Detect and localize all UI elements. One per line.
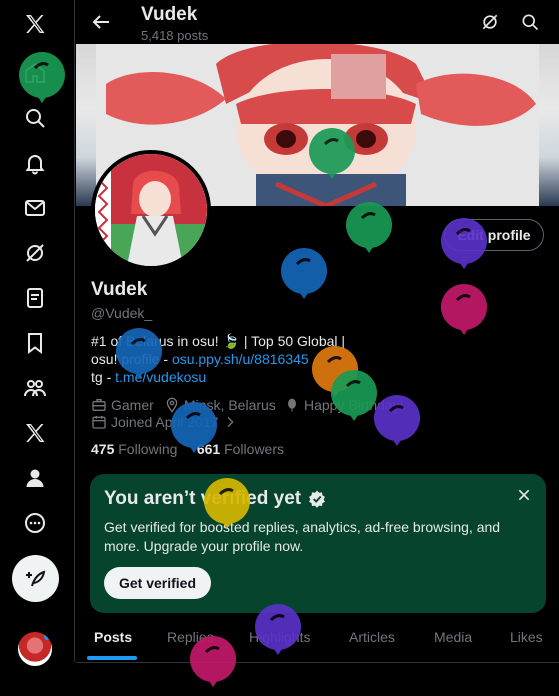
followers-stat[interactable]: 661 Followers	[197, 441, 284, 457]
header-post-count: 5,418 posts	[141, 28, 209, 43]
profile-category: Gamer	[91, 397, 154, 413]
briefcase-icon	[92, 399, 106, 411]
back-arrow-icon[interactable]	[89, 10, 113, 34]
tab-media[interactable]: Media	[434, 629, 472, 645]
verification-prompt-card: You aren’t verified yet Get verified for…	[90, 474, 546, 613]
category-text: Gamer	[111, 397, 154, 413]
get-verified-button[interactable]: Get verified	[104, 567, 211, 599]
bio-label: osu! profile -	[91, 351, 172, 367]
profile-avatar[interactable]	[91, 150, 211, 270]
verify-title: You aren’t verified yet	[104, 488, 327, 510]
feather-plus-icon	[25, 570, 45, 586]
profile-header-bar: Vudek 5,418 posts	[76, 0, 559, 44]
profile-tabs: Posts Replies Highlights Articles Media …	[76, 620, 559, 663]
sidebar-nav	[0, 0, 75, 666]
home-icon[interactable]	[15, 53, 55, 93]
more-icon[interactable]	[15, 503, 55, 543]
grok-icon[interactable]	[480, 12, 500, 32]
location-text: Minsk, Belarus	[184, 397, 276, 413]
search-icon[interactable]	[520, 12, 540, 32]
followers-count: 661	[196, 441, 221, 457]
messages-icon[interactable]	[15, 188, 55, 228]
account-avatar[interactable]	[18, 632, 52, 666]
unread-dot	[44, 633, 51, 640]
edit-profile-button[interactable]: Edit profile	[444, 219, 544, 251]
chevron-right-icon[interactable]	[222, 414, 238, 430]
notifications-icon[interactable]	[15, 143, 55, 183]
calendar-icon	[92, 416, 106, 429]
header-name: Vudek	[141, 4, 198, 25]
following-count: 475	[91, 441, 115, 457]
active-tab-indicator	[87, 656, 137, 660]
tab-articles[interactable]: Articles	[349, 629, 395, 645]
verify-title-text: You aren’t verified yet	[104, 488, 302, 509]
tab-likes[interactable]: Likes	[510, 629, 543, 645]
profile-icon[interactable]	[15, 458, 55, 498]
user-handle: @Vudek_	[91, 305, 153, 321]
avatar-image	[95, 154, 207, 266]
x-logo-icon[interactable]	[15, 4, 55, 44]
premium-icon[interactable]	[15, 413, 55, 453]
profile-joined: Joined April 2017	[91, 414, 238, 430]
lists-icon[interactable]	[15, 278, 55, 318]
search-icon[interactable]	[15, 98, 55, 138]
bio-label: tg -	[91, 369, 116, 385]
osu-profile-link[interactable]: osu.ppy.sh/u/8816345	[172, 351, 309, 367]
verified-badge-icon	[309, 490, 326, 508]
tab-highlights[interactable]: Highlights	[249, 629, 310, 645]
profile-column: Vudek 5,418 posts Edit profile Vudek @Vu…	[76, 0, 559, 663]
location-pin-icon	[166, 397, 178, 413]
close-icon[interactable]	[516, 487, 532, 503]
telegram-link[interactable]: t.me/vudekosu	[115, 369, 206, 385]
following-stat[interactable]: 475 Following	[91, 441, 177, 457]
bio-line: tg - t.me/vudekosu	[91, 368, 546, 386]
birthday-text: Happy Birthday!	[304, 397, 404, 413]
tab-replies[interactable]: Replies	[167, 629, 214, 645]
profile-birthday: Happy Birthday!	[284, 397, 404, 413]
balloon-icon	[288, 398, 296, 412]
tab-posts[interactable]: Posts	[94, 629, 132, 645]
profile-bio: #1 of Belarus in osu! 🍃 | Top 50 Global …	[91, 332, 546, 386]
follow-stats: 475 Following 661 Followers	[91, 441, 284, 457]
grok-icon[interactable]	[15, 233, 55, 273]
display-name: Vudek	[91, 279, 148, 300]
bookmarks-icon[interactable]	[15, 323, 55, 363]
followers-label: Followers	[224, 441, 284, 457]
communities-icon[interactable]	[15, 368, 55, 408]
bio-line: osu! profile - osu.ppy.sh/u/8816345	[91, 350, 546, 368]
bio-line: #1 of Belarus in osu! 🍃 | Top 50 Global …	[91, 333, 346, 349]
verify-description: Get verified for boosted replies, analyt…	[104, 519, 501, 554]
profile-location: Minsk, Belarus	[164, 397, 276, 413]
joined-text: Joined April 2017	[111, 414, 219, 430]
compose-post-button[interactable]	[12, 555, 59, 602]
following-label: Following	[118, 441, 178, 457]
